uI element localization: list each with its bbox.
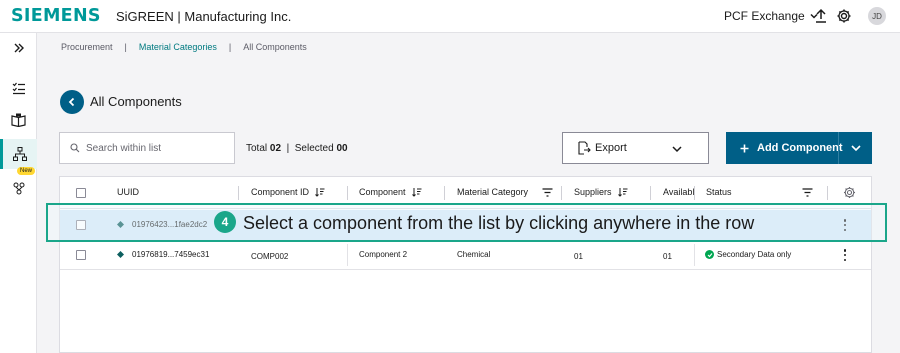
sort-icon [315,188,325,197]
pcf-exchange-dropdown[interactable]: PCF Exchange [724,9,819,23]
row-actions-kebab-icon[interactable] [843,249,847,261]
rail-item-catalog[interactable] [0,105,37,135]
rail-item-checklist[interactable] [0,73,37,103]
row-uuid: 01976819...7459ec31 [132,250,210,259]
row-availability: 01 [663,252,672,261]
breadcrumb-separator: | [124,42,127,52]
header-component[interactable]: Component [359,187,422,197]
hierarchy-icon [13,147,27,161]
table-row[interactable]: 01976819...7459ec31 COMP002 Component 2 … [60,240,871,270]
add-component-label: Add Component [757,142,843,154]
header-suppliers[interactable]: Suppliers [574,187,628,197]
header-availability[interactable]: Availabl [663,187,694,197]
double-chevron-right-icon [14,43,24,53]
back-button[interactable] [60,90,84,114]
column-settings-gear-icon[interactable] [843,186,856,199]
top-bar: SIEMENS SiGREEN | Manufacturing Inc. PCF… [0,0,900,33]
search-placeholder: Search within list [86,142,162,154]
search-icon [70,143,80,153]
column-separator [347,244,348,266]
header-status[interactable]: Status [706,187,813,197]
instruction-text: Select a component from the list by clic… [243,213,755,233]
column-separator [444,186,445,200]
row-status-label: Secondary Data only [717,250,792,259]
checklist-icon [12,82,25,95]
rail-item-network[interactable]: New [0,167,37,203]
row-status: Secondary Data only [705,250,791,259]
column-separator [694,244,695,266]
step-number-badge: 4 [214,211,236,233]
plus-icon [740,144,749,152]
left-nav-rail: New [0,33,37,353]
column-separator [347,186,348,200]
tag-icon [117,251,124,258]
row-component-id: COMP002 [251,252,289,261]
rail-item-hierarchy[interactable] [0,139,37,169]
book-icon [11,113,26,127]
filter-icon [542,187,553,197]
export-icon [578,141,591,155]
row-checkbox[interactable] [76,250,86,260]
breadcrumb-separator: | [228,42,232,52]
breadcrumb-material-categories[interactable]: Material Categories [139,42,217,52]
total-count: 02 [269,143,282,154]
siemens-logo[interactable]: SIEMENS [11,6,101,26]
column-separator [650,186,651,200]
row-material-category: Chemical [457,250,491,259]
pcf-exchange-label: PCF Exchange [724,9,805,23]
header-component-id[interactable]: Component ID [251,187,325,197]
export-label: Export [595,142,627,154]
settings-gear-icon[interactable] [836,8,852,24]
button-divider [838,132,839,164]
upload-icon[interactable] [813,8,829,24]
row-suppliers: 01 [574,252,583,261]
chevron-down-icon[interactable] [850,143,862,153]
column-separator [694,186,695,200]
select-all-checkbox[interactable] [76,188,86,198]
column-separator [827,186,828,200]
export-dropdown[interactable]: Export [562,132,709,164]
new-badge: New [17,167,36,175]
filter-icon [802,187,813,197]
total-label: Total [246,143,268,154]
page-title: All Components [90,94,182,109]
sort-icon [411,188,422,197]
row-component: Component 2 [359,250,408,259]
breadcrumb-procurement[interactable]: Procurement [61,42,113,52]
column-separator [561,186,562,200]
search-input[interactable]: Search within list [59,132,235,164]
add-component-button[interactable]: Add Component [726,132,872,164]
breadcrumb-all-components: All Components [243,42,307,52]
app-title: SiGREEN | Manufacturing Inc. [116,9,292,24]
network-icon [13,182,24,195]
check-circle-icon [705,250,714,259]
breadcrumb: Procurement | Material Categories | All … [61,42,307,52]
selected-count: 00 [336,143,348,154]
sort-icon [617,188,628,197]
chevron-down-icon [672,146,682,153]
header-material-category[interactable]: Material Category [457,187,553,197]
expand-nav-button[interactable] [0,33,37,63]
header-uuid[interactable]: UUID [117,187,139,197]
column-separator [238,186,239,200]
selected-label: Selected [294,143,334,154]
chevron-left-icon [68,97,75,107]
selection-summary: Total 02 | Selected 00 [246,143,348,154]
user-avatar[interactable]: JD [868,7,886,25]
